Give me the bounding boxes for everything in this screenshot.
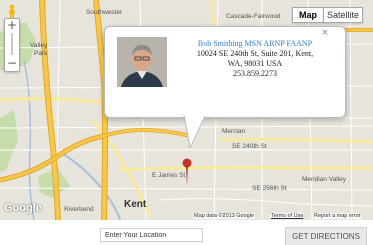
map-type-map-button[interactable]: Map [292, 7, 324, 23]
pegman-icon[interactable] [6, 4, 18, 18]
location-input[interactable] [100, 228, 203, 242]
place-label: Mercian [222, 128, 246, 135]
google-logo: Google [4, 202, 42, 214]
location-pin-icon[interactable] [181, 158, 193, 186]
city-label-kent: Kent [124, 199, 147, 210]
get-directions-button[interactable]: GET DIRECTIONS [285, 227, 367, 245]
place-label: Meridian Valley [302, 176, 346, 183]
street-label: SE 240th St [232, 143, 267, 150]
close-icon[interactable]: × [320, 28, 330, 38]
park-area [0, 110, 18, 172]
info-window-pointer [183, 114, 207, 148]
place-label: Cascade-Fairwood [226, 13, 281, 20]
map-type-satellite-button[interactable]: Satellite [323, 7, 363, 23]
terms-of-use-link[interactable]: Terms of Use [270, 213, 305, 219]
place-label: Park [34, 50, 48, 57]
place-label: Riverbend [64, 206, 94, 213]
info-window: Bob Smithing MSN ARNP FAANP 10024 SE 240… [104, 26, 346, 118]
zoom-slider-track[interactable] [11, 33, 13, 55]
provider-name-link[interactable]: Bob Smithing MSN ARNP FAANP [171, 39, 339, 49]
place-label: Valley [30, 42, 48, 49]
profile-photo [117, 37, 167, 87]
address-line-2: WA, 98031 USA [227, 59, 283, 68]
river [23, 59, 35, 220]
report-map-error-link[interactable]: Report a map error [313, 213, 362, 219]
map-widget: + − Map Satellite Southwester Cascade-Fa… [0, 0, 373, 245]
address-line-1: 10024 SE 240th St, Suite 201, Kent, [196, 49, 314, 58]
zoom-control: + − [4, 18, 20, 72]
info-window-details: Bob Smithing MSN ARNP FAANP 10024 SE 240… [171, 39, 339, 79]
map-data-attribution: Map data ©2013 Google [193, 213, 256, 219]
street-label: SE 256th St [252, 185, 287, 192]
phone-number: 253.859.2273 [233, 69, 277, 78]
zoom-in-button[interactable]: + [5, 19, 19, 31]
place-label: Southwester [86, 9, 123, 16]
zoom-out-button[interactable]: − [5, 57, 19, 69]
